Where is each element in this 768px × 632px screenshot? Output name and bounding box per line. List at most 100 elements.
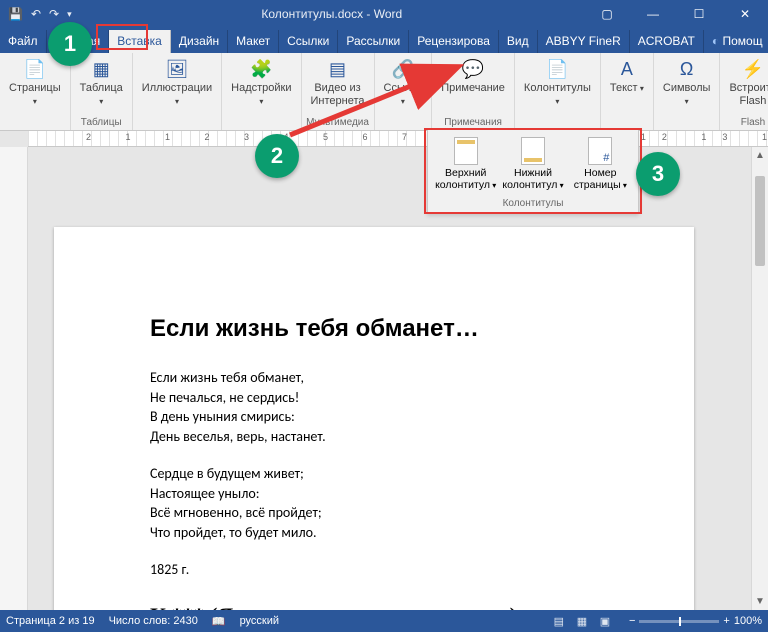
body-text: Не печалься, не сердись! — [150, 389, 598, 407]
scroll-down-icon[interactable]: ▼ — [752, 593, 768, 610]
ribbon-icon: Ω — [673, 58, 701, 80]
tab-mailings[interactable]: Рассылки — [338, 30, 409, 53]
minimize-icon[interactable]: — — [630, 0, 676, 28]
help-button[interactable]: ◐ Помощ — [704, 30, 768, 53]
scroll-thumb[interactable] — [755, 176, 765, 266]
ribbon-button-label: Видео изИнтернета — [311, 82, 365, 107]
body-text: Если жизнь тебя обманет, — [150, 369, 598, 387]
tab-insert[interactable]: Вставка — [109, 30, 171, 53]
status-words[interactable]: Число слов: 2430 — [109, 615, 198, 627]
ribbon-button[interactable]: AТекст ▾ — [605, 55, 649, 96]
ribbon-icon: ⚡ — [739, 58, 767, 80]
maximize-icon[interactable]: ☐ — [676, 0, 722, 28]
ribbon-group: 🔗Ссылки ▾ — [375, 53, 433, 130]
ribbon-icon: 🖼 — [163, 58, 191, 80]
ribbon-group: ▦Таблица ▾ Таблицы — [71, 53, 133, 130]
ribbon-options-icon[interactable]: ▢ — [584, 0, 630, 28]
page-icon — [521, 137, 545, 165]
ribbon-group: 🖼Иллюстрации ▾ — [133, 53, 222, 130]
tab-acrobat[interactable]: ACROBAT — [630, 30, 704, 53]
status-language[interactable]: русский — [240, 615, 279, 627]
page-scroll[interactable]: Если жизнь тебя обманет… Если жизнь тебя… — [28, 147, 751, 610]
tab-view[interactable]: Вид — [499, 30, 538, 53]
ribbon-icon: 🧩 — [247, 58, 275, 80]
ribbon-button[interactable]: ▦Таблица ▾ — [75, 55, 128, 108]
ribbon-icon: 💬 — [459, 58, 487, 80]
web-layout-icon[interactable]: ▣ — [595, 615, 615, 628]
status-bar: Страница 2 из 19 Число слов: 2430 📖 русс… — [0, 610, 768, 632]
zoom-out-icon[interactable]: − — [629, 615, 635, 627]
status-page[interactable]: Страница 2 из 19 — [6, 615, 95, 627]
zoom-slider[interactable] — [639, 620, 719, 623]
ribbon-button-label: Колонтитулы ▾ — [524, 82, 591, 107]
ribbon-group: 📄Колонтитулы ▾ — [515, 53, 601, 130]
zoom-in-icon[interactable]: + — [723, 615, 729, 627]
undo-icon[interactable]: ↶ — [31, 7, 41, 21]
save-icon[interactable]: 💾 — [8, 7, 23, 21]
heading-1: Если жизнь тебя обманет… — [150, 315, 598, 343]
ribbon-group-label: Таблицы — [81, 116, 122, 130]
annotation-badge-3: 3 — [636, 152, 680, 196]
ribbon-button-label: Страницы ▾ — [9, 82, 61, 107]
ribbon-button-label: ВстроитьFlash — [729, 82, 768, 107]
proofing-icon[interactable]: 📖 — [212, 615, 226, 628]
ribbon-button-label: Символы ▾ — [663, 82, 711, 107]
header-footer-popup: Верхнийколонтитул ▾Нижнийколонтитул ▾Ном… — [427, 130, 639, 214]
tab-layout[interactable]: Макет — [228, 30, 279, 53]
ribbon-button[interactable]: ▤Видео изИнтернета — [306, 55, 370, 108]
ribbon-button-label: Таблица ▾ — [80, 82, 123, 107]
body-text: День веселья, верь, настанет. — [150, 428, 598, 446]
ribbon-icon: 🔗 — [389, 58, 417, 80]
header-footer-button[interactable]: Верхнийколонтитул ▾ — [432, 134, 499, 196]
ribbon-button-label: Примечание — [441, 82, 505, 95]
ribbon-group-label: Примечания — [444, 116, 502, 130]
tab-design[interactable]: Дизайн — [171, 30, 228, 53]
ribbon-button[interactable]: ⚡ВстроитьFlash — [724, 55, 768, 108]
qat-dropdown-icon[interactable]: ▾ — [67, 9, 72, 20]
ribbon-group: 📄Страницы ▾ — [0, 53, 71, 130]
vertical-ruler[interactable] — [0, 147, 28, 610]
vertical-scrollbar[interactable]: ▲ ▼ — [751, 147, 768, 610]
title-bar: 💾 ↶ ↷ ▾ Колонтитулы.docx - Word ▢ — ☐ ✕ — [0, 0, 768, 28]
window-title: Колонтитулы.docx - Word — [80, 7, 584, 21]
ribbon-group-label: Flash — [741, 116, 765, 130]
ribbon-button-label: Ссылки ▾ — [384, 82, 423, 107]
print-layout-icon[interactable]: ▦ — [572, 615, 592, 628]
close-icon[interactable]: ✕ — [722, 0, 768, 28]
horizontal-ruler[interactable]: 2 1 1 2 3 4 5 6 7 8 9 10 11 12 13 14 15 … — [28, 131, 768, 147]
body-text: 1825 г. — [150, 561, 598, 579]
body-text: В день уныния смирись: — [150, 408, 598, 426]
redo-icon[interactable]: ↷ — [49, 7, 59, 21]
ribbon-button[interactable]: 🔗Ссылки ▾ — [379, 55, 428, 108]
ribbon-button[interactable]: 📄Колонтитулы ▾ — [519, 55, 596, 108]
ribbon-group: ⚡ВстроитьFlash Flash — [720, 53, 768, 130]
ribbon-button[interactable]: 📄Страницы ▾ — [4, 55, 66, 108]
body-text: Что пройдет, то будет мило. — [150, 524, 598, 542]
ribbon-button[interactable]: 🖼Иллюстрации ▾ — [137, 55, 217, 108]
popup-group-label: Колонтитулы — [428, 196, 638, 213]
body-text: Всё мгновенно, всё пройдет; — [150, 504, 598, 522]
ribbon-group: AТекст ▾ — [601, 53, 654, 130]
header-footer-button[interactable]: Нижнийколонтитул ▾ — [499, 134, 566, 196]
read-mode-icon[interactable]: ▤ — [549, 615, 569, 628]
tab-abbyy[interactable]: ABBYY FineR — [538, 30, 630, 53]
tab-review[interactable]: Рецензирова — [409, 30, 499, 53]
tab-references[interactable]: Ссылки — [279, 30, 338, 53]
view-buttons: ▤ ▦ ▣ — [549, 615, 615, 628]
scroll-up-icon[interactable]: ▲ — [752, 147, 768, 164]
ribbon-icon: 📄 — [21, 58, 49, 80]
tab-file[interactable]: Файл — [0, 30, 47, 53]
ribbon-button[interactable]: ΩСимволы ▾ — [658, 55, 716, 108]
ribbon-button-label: Надстройки ▾ — [231, 82, 291, 107]
header-footer-button[interactable]: Номерстраницы ▾ — [567, 134, 634, 196]
document-area: Если жизнь тебя обманет… Если жизнь тебя… — [0, 147, 768, 610]
zoom-control: − + 100% — [629, 615, 762, 627]
ribbon-group: 💬 Примечание Примечания — [432, 53, 515, 130]
page[interactable]: Если жизнь тебя обманет… Если жизнь тебя… — [54, 227, 694, 610]
ribbon-icon: A — [613, 58, 641, 80]
ribbon-icon: 📄 — [543, 58, 571, 80]
ribbon-button[interactable]: 🧩Надстройки ▾ — [226, 55, 296, 108]
zoom-value[interactable]: 100% — [734, 615, 762, 627]
ribbon-button[interactable]: 💬 Примечание — [436, 55, 510, 96]
ribbon-icon: ▦ — [87, 58, 115, 80]
